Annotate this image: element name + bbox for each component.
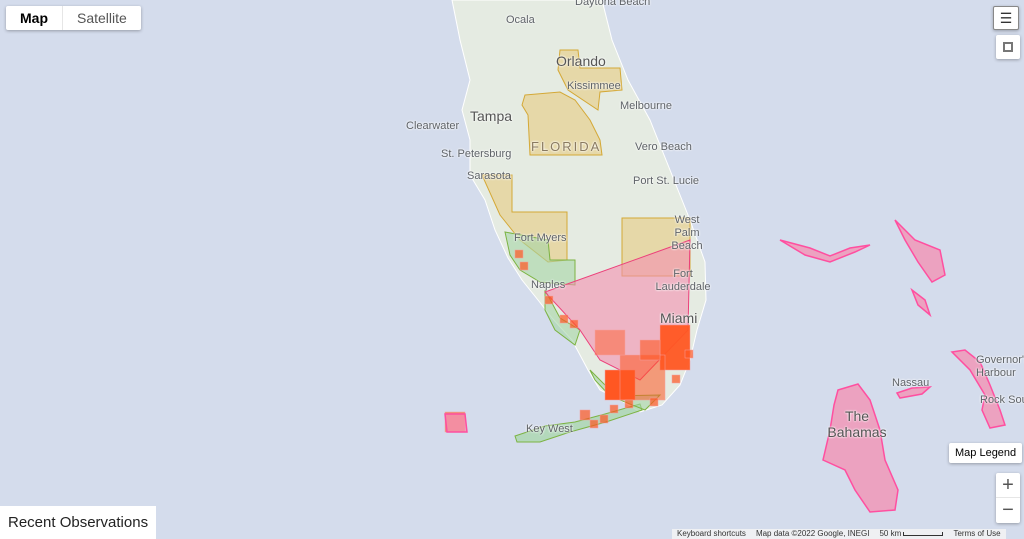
label-nassau: Nassau bbox=[892, 377, 930, 389]
label-orlando: Orlando bbox=[556, 53, 606, 69]
scale-bar[interactable]: 50 km bbox=[874, 529, 948, 539]
fullscreen-button[interactable] bbox=[996, 35, 1020, 59]
label-west-palm-beach: West Palm Beach bbox=[671, 214, 703, 252]
layers-button[interactable]: ☰ bbox=[993, 6, 1019, 30]
observation-cell[interactable] bbox=[544, 295, 554, 305]
terms-of-use-link[interactable]: Terms of Use bbox=[948, 529, 1005, 539]
label-miami: Miami bbox=[660, 310, 698, 326]
label-ocala: Ocala bbox=[506, 14, 535, 26]
observation-cell[interactable] bbox=[599, 414, 609, 424]
map-type-satellite-button[interactable]: Satellite bbox=[63, 6, 141, 30]
observation-cell[interactable] bbox=[569, 319, 579, 329]
observation-cell[interactable] bbox=[589, 419, 599, 429]
label-kissimmee: Kissimmee bbox=[567, 80, 621, 92]
label-fort-lauderdale: Fort Lauderdale bbox=[655, 268, 711, 293]
label-fort-myers: Fort Myers bbox=[514, 232, 567, 244]
observation-cell[interactable] bbox=[671, 374, 681, 384]
observation-cell[interactable] bbox=[579, 409, 591, 421]
zoom-control: + − bbox=[996, 473, 1020, 523]
scale-line bbox=[903, 532, 944, 536]
label-the-bahamas: The Bahamas bbox=[827, 408, 887, 440]
label-rock-sound: Rock Sound bbox=[980, 394, 1024, 406]
map-canvas[interactable] bbox=[0, 0, 1024, 539]
scale-label: 50 km bbox=[879, 529, 902, 538]
label-clearwater: Clearwater bbox=[406, 120, 460, 132]
map-legend-button[interactable]: Map Legend bbox=[949, 443, 1023, 463]
observation-cell[interactable] bbox=[609, 404, 619, 414]
observation-cell[interactable] bbox=[624, 399, 634, 409]
observation-cell[interactable] bbox=[594, 329, 626, 356]
zoom-out-button[interactable]: − bbox=[996, 498, 1020, 523]
label-port-st-lucie: Port St. Lucie bbox=[633, 175, 700, 187]
observation-cell[interactable] bbox=[519, 261, 529, 271]
map-type-map-button[interactable]: Map bbox=[6, 6, 63, 30]
label-key-west: Key West bbox=[526, 423, 573, 435]
label-sarasota: Sarasota bbox=[467, 170, 512, 182]
map-type-control: Map Satellite bbox=[6, 6, 141, 30]
fullscreen-icon bbox=[1003, 42, 1013, 52]
label-governors-harbour: Governor's Harbour bbox=[976, 354, 1024, 379]
label-vero-beach: Vero Beach bbox=[635, 141, 692, 153]
label-st-petersburg: St. Petersburg bbox=[441, 148, 512, 160]
label-tampa: Tampa bbox=[470, 108, 513, 124]
layers-icon: ☰ bbox=[999, 9, 1013, 26]
observation-cell[interactable] bbox=[639, 339, 661, 361]
label-florida: FLORIDA bbox=[531, 139, 602, 154]
observation-cell[interactable] bbox=[514, 249, 524, 259]
observation-cell[interactable] bbox=[649, 397, 659, 407]
label-daytona: Daytona Beach bbox=[575, 0, 651, 8]
observation-cell[interactable] bbox=[559, 314, 569, 324]
recent-observations-tab[interactable]: Recent Observations bbox=[0, 506, 157, 539]
zoom-in-button[interactable]: + bbox=[996, 473, 1020, 498]
label-naples: Naples bbox=[531, 279, 566, 291]
map-data-attribution: Map data ©2022 Google, INEGI bbox=[755, 529, 870, 538]
keyboard-shortcuts-link[interactable]: Keyboard shortcuts bbox=[672, 529, 751, 539]
observation-cell[interactable] bbox=[619, 354, 666, 401]
observation-cell[interactable] bbox=[684, 349, 694, 359]
map-footer: Keyboard shortcuts Map data ©2022 Google… bbox=[672, 529, 1006, 539]
label-melbourne: Melbourne bbox=[620, 100, 672, 112]
